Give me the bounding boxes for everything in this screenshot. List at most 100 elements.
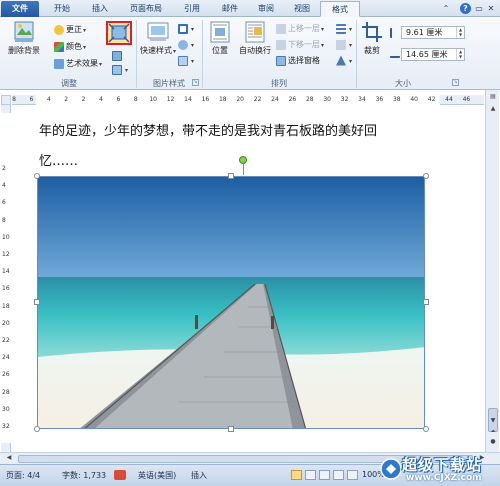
proofing-icon[interactable] <box>114 470 126 480</box>
ruler-tick-label: 2 <box>64 96 69 103</box>
tab-insert[interactable]: 插入 <box>82 1 118 17</box>
spinner-arrows-icon[interactable]: ▲ ▼ <box>456 27 464 38</box>
scroll-down-icon[interactable]: ▼ <box>487 416 499 426</box>
restore-icon[interactable]: ▭ <box>474 3 484 14</box>
color-label: 颜色 <box>66 42 82 51</box>
horizontal-ruler[interactable]: 8 6 4 2 2 4 6 8 10 12 14 16 18 20 22 24 26 28 30 32 34 36 38 40… <box>12 95 484 105</box>
picture-styles-launcher-icon[interactable]: ↘ <box>192 79 199 86</box>
tab-home[interactable]: 开始 <box>44 1 80 17</box>
document-page[interactable]: 年的足迹，少年的梦想，带不走的是我对青石板路的美好回 忆…… <box>12 106 484 452</box>
chevron-down-icon: ▾ <box>191 58 195 65</box>
resize-handle-top[interactable] <box>228 173 234 179</box>
send-backward-label: 下移一层 <box>288 40 320 49</box>
resize-handle-top-right[interactable] <box>423 173 429 179</box>
bring-forward-label: 上移一层 <box>288 24 320 33</box>
tab-file[interactable]: 文件 <box>1 1 39 17</box>
resize-handle-bottom-right[interactable] <box>423 426 429 432</box>
resize-handle-bottom-left[interactable] <box>34 426 40 432</box>
tab-view[interactable]: 视图 <box>284 1 320 17</box>
scroll-up-icon[interactable]: ▲ <box>487 104 499 114</box>
height-value: 9.61 厘米 <box>406 28 443 37</box>
tab-mailings[interactable]: 邮件 <box>212 1 248 17</box>
browse-object-icon[interactable]: ● <box>487 437 499 447</box>
tab-selector-icon[interactable] <box>1 95 11 105</box>
scroll-left-icon[interactable]: ◀ <box>3 453 15 463</box>
group-objects-icon <box>336 39 346 50</box>
print-layout-view-icon[interactable] <box>291 470 302 480</box>
tab-references[interactable]: 引用 <box>174 1 210 17</box>
artistic-effects-icon <box>54 58 64 69</box>
resize-handle-bottom[interactable] <box>228 426 234 432</box>
adjust-group-label: 调整 <box>61 79 77 88</box>
picture-border-button[interactable]: ▾ <box>178 23 194 35</box>
quick-styles-icon <box>147 22 169 41</box>
reset-picture-icon <box>112 64 122 75</box>
width-field[interactable]: 14.65 厘米 ▲ ▼ <box>401 48 465 61</box>
spinner-arrows-icon[interactable]: ▲ ▼ <box>456 49 464 60</box>
compress-pictures-button[interactable] <box>106 21 132 45</box>
ruler-tick-label: 36 <box>375 96 384 103</box>
insert-mode-indicator[interactable]: 插入 <box>191 470 207 481</box>
help-icon[interactable]: ? <box>460 3 471 14</box>
vertical-scrollbar[interactable]: ▤ ▲ ▼ ⏶ ● <box>485 90 499 452</box>
rotation-handle[interactable] <box>239 156 247 164</box>
color-icon <box>54 41 64 52</box>
artistic-effects-button[interactable]: 艺术效果▾ <box>54 58 102 70</box>
ruler-tick-label: 40 <box>410 96 418 103</box>
remove-background-button[interactable]: 删除背景 <box>5 21 43 56</box>
change-picture-button[interactable] <box>112 50 124 62</box>
page-count[interactable]: 页面: 4/4 <box>6 470 40 481</box>
full-screen-reading-view-icon[interactable] <box>305 470 316 480</box>
crop-button[interactable]: 裁剪 <box>358 21 386 56</box>
bring-forward-icon <box>276 23 286 34</box>
ruler-tick-label: 22 <box>2 337 10 344</box>
ruler-tick-label: 14 <box>184 96 192 103</box>
corrections-label: 更正 <box>66 25 82 34</box>
wrap-text-icon <box>245 21 265 43</box>
inserted-picture[interactable] <box>37 176 425 429</box>
draft-view-icon[interactable] <box>347 470 358 480</box>
size-launcher-icon[interactable]: ↘ <box>452 79 459 86</box>
send-backward-button[interactable]: 下移一层▾ <box>276 39 324 51</box>
tab-page-layout[interactable]: 页面布局 <box>120 1 172 17</box>
corrections-button[interactable]: 更正▾ <box>54 24 86 36</box>
tab-review[interactable]: 审阅 <box>248 1 284 17</box>
close-icon[interactable]: ✕ <box>486 3 496 14</box>
ruler-tick-label: 6 <box>2 199 6 207</box>
ruler-tick-label: 6 <box>29 96 34 103</box>
tab-format[interactable]: 格式 <box>320 1 360 17</box>
quick-styles-button[interactable]: 快速样式▾ <box>138 21 178 56</box>
picture-effects-button[interactable]: ▾ <box>178 39 194 51</box>
minimize-ribbon-icon[interactable]: ⌃ <box>440 3 452 14</box>
paragraph-line: 年的足迹，少年的梦想，带不走的是我对青石板路的美好回 <box>39 124 378 139</box>
height-field[interactable]: 9.61 厘米 ▲ ▼ <box>401 26 465 39</box>
position-button[interactable]: 位置 <box>204 21 236 56</box>
group-objects-button[interactable]: ▾ <box>336 39 352 51</box>
outline-view-icon[interactable] <box>333 470 344 480</box>
previous-page-icon[interactable]: ⏶ <box>487 427 499 437</box>
vertical-ruler[interactable]: 2 4 6 8 10 12 14 16 18 20 22 24 26 28 30 32 <box>1 105 11 452</box>
ruler-tick-label: 28 <box>305 96 314 103</box>
selection-pane-button[interactable]: 选择窗格 <box>276 55 320 67</box>
paragraph-line: 忆…… <box>39 154 79 169</box>
reset-picture-button[interactable]: ▾ <box>112 64 128 76</box>
resize-handle-right[interactable] <box>423 299 429 305</box>
bring-forward-button[interactable]: 上移一层▾ <box>276 23 324 35</box>
resize-handle-left[interactable] <box>34 299 40 305</box>
group-separator <box>356 20 357 88</box>
color-button[interactable]: 颜色▾ <box>54 41 86 53</box>
picture-effects-icon <box>178 39 188 50</box>
align-button[interactable]: ▾ <box>336 23 352 35</box>
ruler-tick-label: 16 <box>201 96 210 103</box>
picture-layout-button[interactable]: ▾ <box>178 55 194 67</box>
web-layout-view-icon[interactable] <box>319 470 330 480</box>
ruler-toggle-icon[interactable]: ▤ <box>487 92 499 102</box>
rotate-button[interactable]: ▾ <box>336 55 352 67</box>
ruler-tick-label: 18 <box>218 96 227 103</box>
language-indicator[interactable]: 英语(美国) <box>138 470 176 481</box>
word-count[interactable]: 字数: 1,733 <box>62 470 106 481</box>
chevron-down-icon: ▾ <box>191 42 195 49</box>
resize-handle-top-left[interactable] <box>34 173 40 179</box>
wrap-text-button[interactable]: 自动换行 <box>236 21 274 56</box>
ribbon: 删除背景 更正▾ 颜色▾ 艺术效果▾ ▾ 调整 快速样式▾ ▾ ▾ ▾ 图片样式… <box>0 17 500 90</box>
